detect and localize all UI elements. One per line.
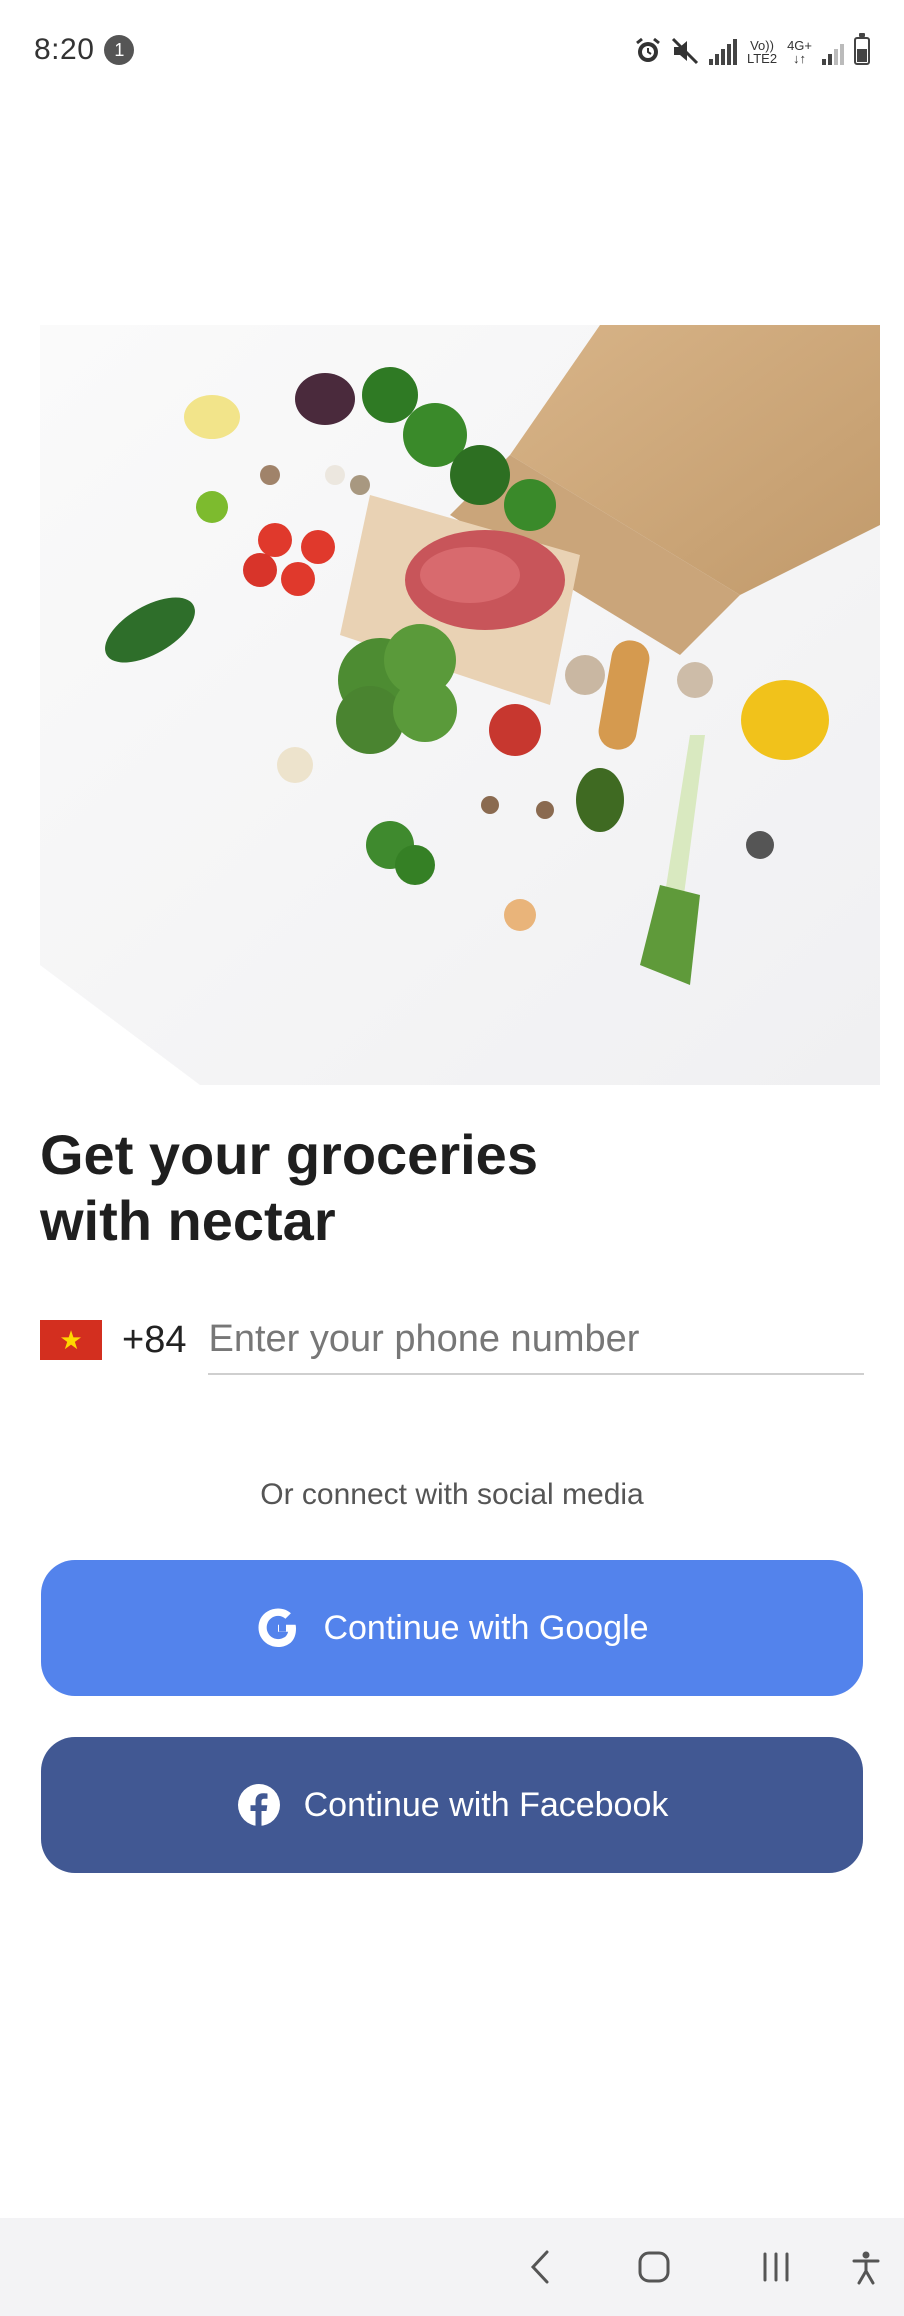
notification-count-badge: 1 <box>104 35 135 65</box>
volte-icon: Vo)) LTE2 <box>747 35 777 65</box>
facebook-button-label: Continue with Facebook <box>303 1785 669 1824</box>
continue-with-google-button[interactable]: Continue with Google <box>41 1560 863 1696</box>
system-nav-bar <box>0 2218 904 2316</box>
phone-number-input[interactable] <box>208 1317 864 1361</box>
4g-icon: 4G+ ↓↑ <box>787 38 812 66</box>
status-left: 8:20 1 <box>34 33 135 67</box>
google-icon <box>255 1605 301 1651</box>
recent-apps-icon[interactable] <box>756 2242 796 2292</box>
network-label: 4G+ <box>787 38 812 53</box>
google-button-label: Continue with Google <box>323 1608 649 1647</box>
back-icon[interactable] <box>520 2242 560 2292</box>
accessibility-icon[interactable] <box>846 2242 886 2292</box>
phone-field <box>208 1305 864 1375</box>
social-caption: Or connect with social media <box>260 1478 644 1511</box>
flag-star-icon: ★ <box>59 1325 83 1355</box>
alarm-icon <box>635 35 661 65</box>
status-time: 8:20 <box>34 33 95 66</box>
signal-weak-icon <box>822 35 844 65</box>
phone-input-row: ★ +84 <box>40 1305 864 1375</box>
vietnam-flag-icon[interactable]: ★ <box>40 1320 102 1360</box>
login-screen: 8:20 1 Vo)) LTE2 4G+ ↓↑ Get your groceri… <box>0 0 904 2316</box>
signal-icon <box>708 35 737 65</box>
page-title: Get your groceries with nectar <box>40 1123 538 1252</box>
mute-icon <box>671 35 699 65</box>
status-bar: 8:20 1 Vo)) LTE2 4G+ ↓↑ <box>0 0 904 100</box>
battery-icon <box>854 33 870 65</box>
home-icon[interactable] <box>634 2242 674 2292</box>
status-right: Vo)) LTE2 4G+ ↓↑ <box>635 33 870 66</box>
volte-label-bottom: LTE2 <box>746 51 778 66</box>
facebook-icon <box>236 1782 282 1828</box>
continue-with-facebook-button[interactable]: Continue with Facebook <box>41 1737 863 1873</box>
groceries-illustration <box>40 325 880 1085</box>
dial-code[interactable]: +84 <box>122 1319 186 1362</box>
